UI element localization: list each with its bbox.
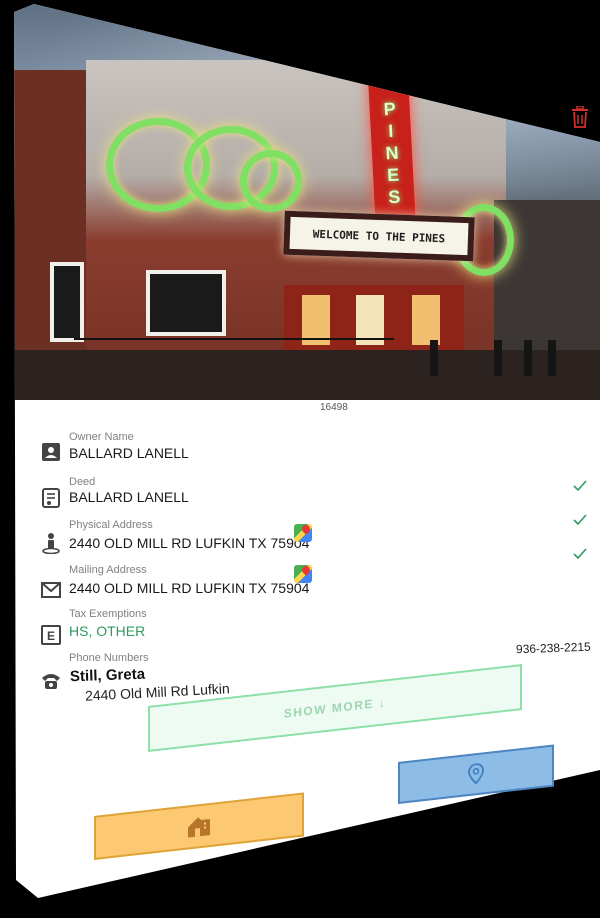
google-maps-icon[interactable]: [294, 523, 312, 542]
location-pin-icon: [468, 763, 484, 785]
contact-phone[interactable]: 936-238-2215: [516, 640, 591, 657]
letter-e-icon: E: [41, 625, 61, 645]
certificate-icon: [42, 488, 60, 508]
check-icon: [573, 548, 587, 560]
deed-value: BALLARD LANELL: [69, 489, 189, 505]
owner-name-value: BALLARD LANELL: [69, 445, 189, 461]
check-icon: [573, 514, 587, 526]
deed-label: Deed: [69, 476, 96, 488]
telephone-icon: [42, 674, 60, 689]
property-building-icon: [188, 817, 210, 838]
phone-numbers-label: Phone Numbers: [69, 652, 149, 664]
tax-exemptions-label: Tax Exemptions: [69, 608, 147, 620]
mailing-address-value[interactable]: 2440 OLD MILL RD LUFKIN TX 75904: [69, 580, 309, 596]
owner-name-label: Owner Name: [69, 431, 134, 443]
person-badge-icon: [42, 443, 60, 461]
google-maps-icon[interactable]: [294, 564, 312, 583]
location-person-icon: [42, 533, 60, 554]
tax-exemptions-value: HS, OTHER: [69, 623, 146, 639]
contact-name: Still, Greta: [69, 665, 146, 686]
svg-text:E: E: [47, 629, 55, 643]
envelope-icon: [41, 582, 61, 598]
physical-address-value[interactable]: 2440 OLD MILL RD LUFKIN TX 75904: [69, 535, 309, 551]
mailing-address-label: Mailing Address: [69, 564, 147, 576]
check-icon: [573, 480, 587, 492]
physical-address-label: Physical Address: [69, 519, 153, 531]
